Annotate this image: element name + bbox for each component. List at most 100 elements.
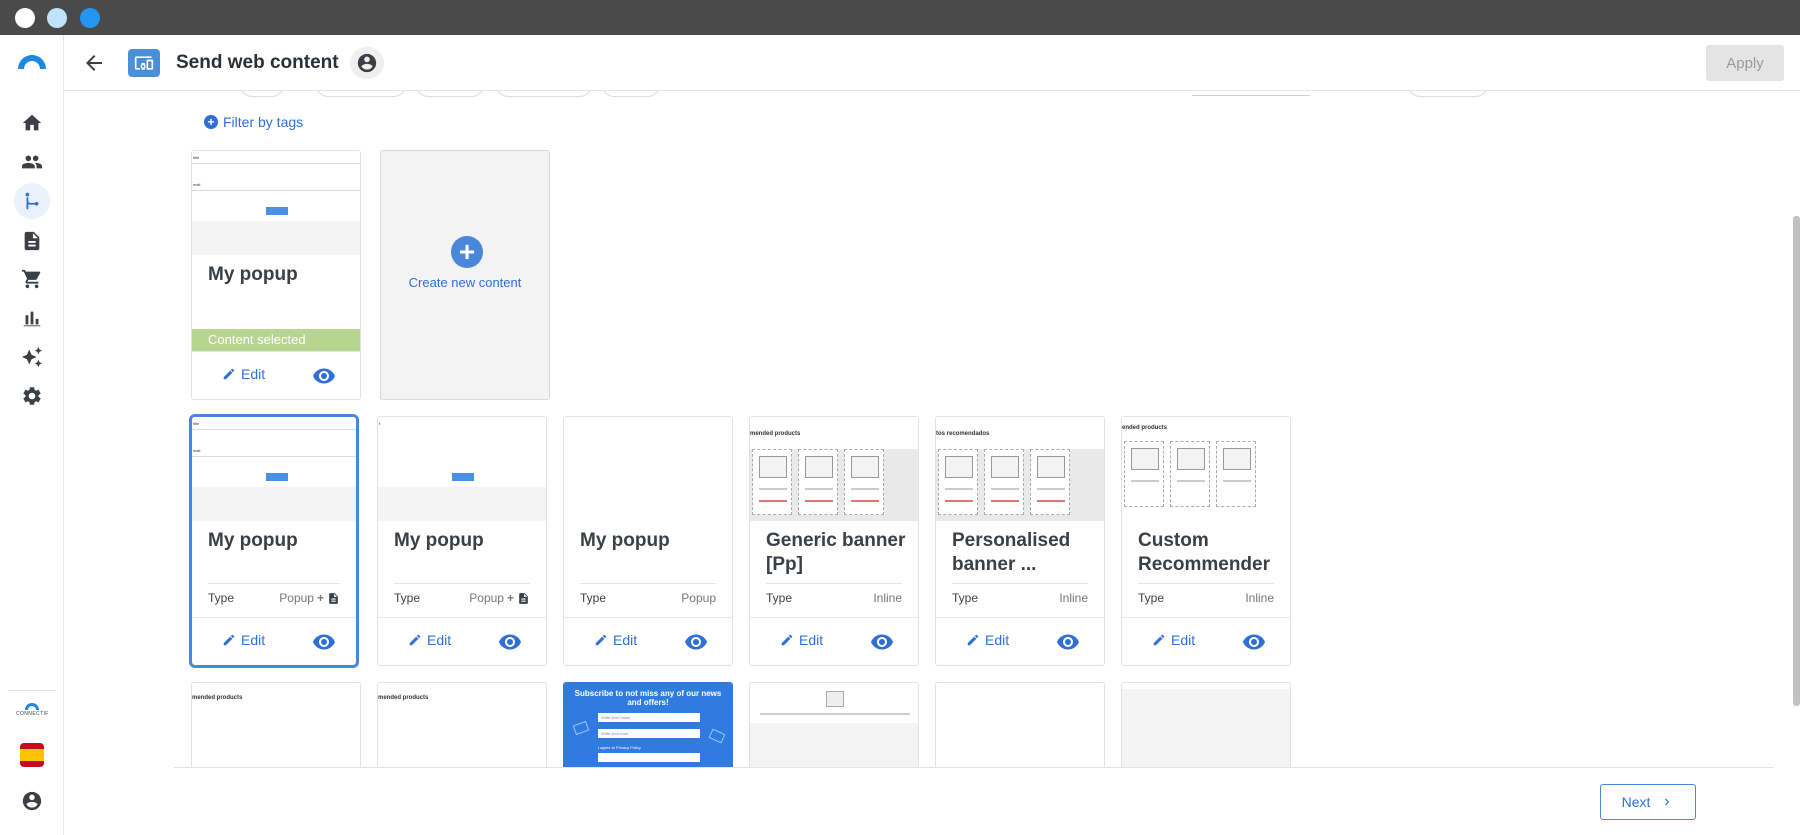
type-label: Type <box>1138 591 1165 605</box>
eye-icon <box>871 634 893 650</box>
document-icon <box>519 592 528 604</box>
window-maximize-button[interactable] <box>80 8 100 28</box>
arrow-back-icon <box>86 55 102 71</box>
connectif-account-logo[interactable]: CONNECTIF <box>16 703 48 725</box>
window-close-button[interactable] <box>15 8 35 28</box>
card-type-row: Type Inline <box>766 583 902 605</box>
filter-chip[interactable] <box>602 91 660 97</box>
create-new-content-card[interactable]: + Create new content <box>380 150 550 400</box>
pencil-icon <box>967 634 979 646</box>
filter-chip[interactable] <box>240 91 284 97</box>
name-field: Write your name <box>598 713 700 722</box>
document-icon <box>329 592 338 604</box>
product-recommender-thumbnail: tos recomendados <box>936 417 1104 521</box>
edit-button[interactable]: Edit <box>966 632 1009 648</box>
filter-chip[interactable] <box>316 91 406 97</box>
card-title: Generic banner [Pp] <box>766 530 906 575</box>
card-type-row: Type Inline <box>1138 583 1274 605</box>
pencil-icon <box>781 634 793 646</box>
thumb-heading: mended products <box>750 431 801 437</box>
type-value: Popup <box>469 591 504 605</box>
eye-icon <box>499 634 521 650</box>
subscribe-title: Subscribe to not miss any of our news an… <box>574 689 722 707</box>
edit-label: Edit <box>427 632 452 648</box>
content-picker-area: + Filter by tags title mail My popup Con… <box>64 91 1800 767</box>
content-card[interactable] <box>1121 682 1291 767</box>
preview-button[interactable] <box>684 630 708 654</box>
add-circle-icon: + <box>451 236 483 268</box>
content-card[interactable]: mended products Generic banner [Pp] Type… <box>749 416 919 666</box>
edit-button[interactable]: Edit <box>222 632 265 648</box>
ai-icon[interactable] <box>14 339 50 375</box>
selected-content-card[interactable]: title mail My popup Content selected Edi… <box>191 150 361 400</box>
connectif-logo-icon[interactable] <box>14 49 50 73</box>
edit-button[interactable]: Edit <box>780 632 823 648</box>
card-actions: Edit <box>1122 617 1290 665</box>
filter-by-tags-button[interactable]: + Filter by tags <box>204 114 303 130</box>
type-value: Inline <box>1245 591 1274 605</box>
search-field-underline[interactable] <box>1192 95 1310 96</box>
filter-by-tags-label: Filter by tags <box>223 114 304 130</box>
pencil-icon <box>409 634 421 646</box>
preview-button[interactable] <box>498 630 522 654</box>
edit-button[interactable]: Edit <box>222 366 265 382</box>
content-card[interactable] <box>749 682 919 767</box>
back-button[interactable] <box>82 51 106 75</box>
content-card[interactable]: ended products Custom Recommender Type I… <box>1121 416 1291 666</box>
content-card[interactable]: tos recomendados Personalised banner ...… <box>935 416 1105 666</box>
reports-icon[interactable] <box>14 300 50 336</box>
window-minimize-button[interactable] <box>47 8 67 28</box>
home-icon[interactable] <box>14 105 50 141</box>
inline-thumbnail <box>1122 683 1290 767</box>
type-label: Type <box>952 591 979 605</box>
content-card[interactable]: Subscribe to not miss any of our news an… <box>563 682 733 767</box>
spain-flag-icon[interactable] <box>20 743 44 767</box>
preview-button[interactable] <box>312 364 336 388</box>
preview-button[interactable] <box>1056 630 1080 654</box>
content-card[interactable] <box>935 682 1105 767</box>
preview-button[interactable] <box>312 630 336 654</box>
vertical-scrollbar[interactable] <box>1793 216 1800 706</box>
filter-chip[interactable] <box>416 91 484 97</box>
assignee-chip[interactable] <box>350 47 384 79</box>
edit-button[interactable]: Edit <box>1152 632 1195 648</box>
type-value: Inline <box>873 591 902 605</box>
edit-label: Edit <box>613 632 638 648</box>
content-card[interactable]: t My popup Type Popup + Edit <box>377 416 547 666</box>
content-card[interactable]: title mail My popup Type Popup + Edit <box>189 414 359 668</box>
contacts-icon[interactable] <box>14 144 50 180</box>
preview-button[interactable] <box>1242 630 1266 654</box>
edit-button[interactable]: Edit <box>408 632 451 648</box>
footer-divider <box>174 767 1774 768</box>
type-value: Inline <box>1059 591 1088 605</box>
content-icon[interactable] <box>14 223 50 259</box>
next-label: Next <box>1621 794 1651 810</box>
image-placeholder-icon <box>826 691 844 707</box>
edit-button[interactable]: Edit <box>594 632 637 648</box>
content-card[interactable]: mended products <box>377 682 547 767</box>
content-card[interactable]: mended products <box>191 682 361 767</box>
card-type-row: Type Popup <box>580 583 716 605</box>
page-title: Send web content <box>176 52 339 73</box>
popup-thumbnail: title mail <box>192 417 356 521</box>
next-button[interactable]: Next <box>1600 784 1696 820</box>
type-label: Type <box>766 591 793 605</box>
user-profile-icon[interactable] <box>14 783 50 819</box>
card-title: My popup <box>580 530 670 551</box>
workflows-icon[interactable] <box>14 183 50 219</box>
filter-chip[interactable] <box>496 91 592 97</box>
inline-thumbnail <box>936 683 1104 767</box>
thumb-heading: mended products <box>192 695 243 701</box>
settings-icon[interactable] <box>14 378 50 414</box>
store-icon[interactable] <box>14 261 50 297</box>
preview-button[interactable] <box>870 630 894 654</box>
envelope-icon <box>708 728 726 744</box>
card-type-row: Type Popup + <box>208 583 340 605</box>
apply-button[interactable]: Apply <box>1706 45 1784 81</box>
content-card[interactable]: My popup Type Popup Edit <box>563 416 733 666</box>
sort-select[interactable] <box>1408 91 1488 97</box>
type-label: Type <box>580 591 607 605</box>
account-switcher[interactable]: CONNECTIF <box>8 690 56 782</box>
email-field: Write your mail <box>598 729 700 738</box>
product-recommender-thumbnail: mended products <box>192 683 360 767</box>
